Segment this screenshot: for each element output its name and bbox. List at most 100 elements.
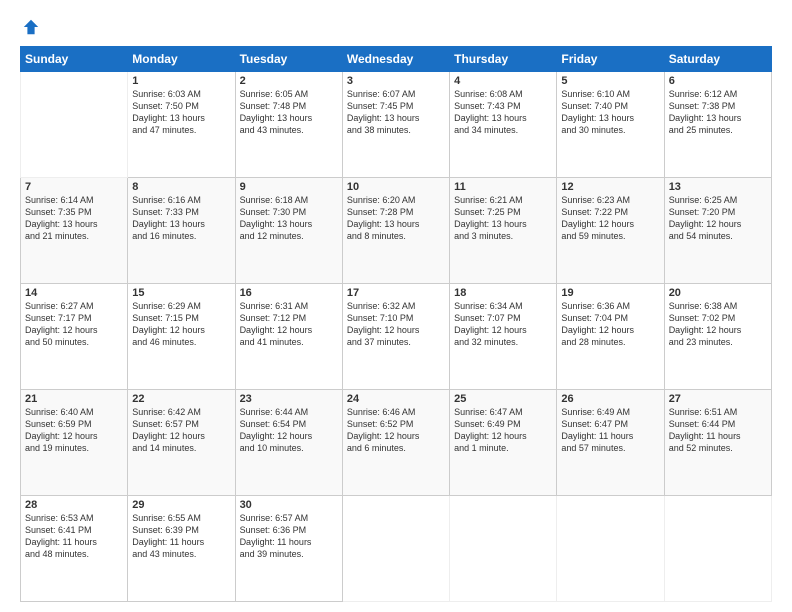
col-header-monday: Monday xyxy=(128,47,235,72)
day-info: Sunrise: 6:07 AMSunset: 7:45 PMDaylight:… xyxy=(347,88,445,137)
calendar-cell: 1Sunrise: 6:03 AMSunset: 7:50 PMDaylight… xyxy=(128,72,235,178)
calendar-cell: 14Sunrise: 6:27 AMSunset: 7:17 PMDayligh… xyxy=(21,284,128,390)
calendar-cell: 28Sunrise: 6:53 AMSunset: 6:41 PMDayligh… xyxy=(21,496,128,602)
calendar-cell xyxy=(557,496,664,602)
day-info: Sunrise: 6:36 AMSunset: 7:04 PMDaylight:… xyxy=(561,300,659,349)
calendar-cell: 26Sunrise: 6:49 AMSunset: 6:47 PMDayligh… xyxy=(557,390,664,496)
calendar-cell: 8Sunrise: 6:16 AMSunset: 7:33 PMDaylight… xyxy=(128,178,235,284)
calendar-cell xyxy=(21,72,128,178)
header xyxy=(20,18,772,36)
day-info: Sunrise: 6:31 AMSunset: 7:12 PMDaylight:… xyxy=(240,300,338,349)
day-info: Sunrise: 6:38 AMSunset: 7:02 PMDaylight:… xyxy=(669,300,767,349)
day-info: Sunrise: 6:51 AMSunset: 6:44 PMDaylight:… xyxy=(669,406,767,455)
calendar-cell: 9Sunrise: 6:18 AMSunset: 7:30 PMDaylight… xyxy=(235,178,342,284)
day-number: 2 xyxy=(240,75,338,87)
calendar-cell: 3Sunrise: 6:07 AMSunset: 7:45 PMDaylight… xyxy=(342,72,449,178)
day-number: 20 xyxy=(669,287,767,299)
day-number: 10 xyxy=(347,181,445,193)
day-info: Sunrise: 6:08 AMSunset: 7:43 PMDaylight:… xyxy=(454,88,552,137)
day-number: 27 xyxy=(669,393,767,405)
calendar-cell: 22Sunrise: 6:42 AMSunset: 6:57 PMDayligh… xyxy=(128,390,235,496)
calendar-cell: 23Sunrise: 6:44 AMSunset: 6:54 PMDayligh… xyxy=(235,390,342,496)
logo-icon xyxy=(22,18,40,36)
day-info: Sunrise: 6:57 AMSunset: 6:36 PMDaylight:… xyxy=(240,512,338,561)
day-number: 25 xyxy=(454,393,552,405)
day-info: Sunrise: 6:42 AMSunset: 6:57 PMDaylight:… xyxy=(132,406,230,455)
day-number: 16 xyxy=(240,287,338,299)
header-row: SundayMondayTuesdayWednesdayThursdayFrid… xyxy=(21,47,772,72)
calendar-cell: 27Sunrise: 6:51 AMSunset: 6:44 PMDayligh… xyxy=(664,390,771,496)
day-info: Sunrise: 6:32 AMSunset: 7:10 PMDaylight:… xyxy=(347,300,445,349)
day-number: 7 xyxy=(25,181,123,193)
calendar-cell: 12Sunrise: 6:23 AMSunset: 7:22 PMDayligh… xyxy=(557,178,664,284)
day-number: 5 xyxy=(561,75,659,87)
col-header-thursday: Thursday xyxy=(450,47,557,72)
calendar-cell: 19Sunrise: 6:36 AMSunset: 7:04 PMDayligh… xyxy=(557,284,664,390)
calendar: SundayMondayTuesdayWednesdayThursdayFrid… xyxy=(20,46,772,602)
calendar-cell: 15Sunrise: 6:29 AMSunset: 7:15 PMDayligh… xyxy=(128,284,235,390)
day-info: Sunrise: 6:21 AMSunset: 7:25 PMDaylight:… xyxy=(454,194,552,243)
calendar-cell: 17Sunrise: 6:32 AMSunset: 7:10 PMDayligh… xyxy=(342,284,449,390)
week-row-2: 7Sunrise: 6:14 AMSunset: 7:35 PMDaylight… xyxy=(21,178,772,284)
calendar-cell: 11Sunrise: 6:21 AMSunset: 7:25 PMDayligh… xyxy=(450,178,557,284)
day-number: 30 xyxy=(240,499,338,511)
day-info: Sunrise: 6:53 AMSunset: 6:41 PMDaylight:… xyxy=(25,512,123,561)
calendar-cell: 25Sunrise: 6:47 AMSunset: 6:49 PMDayligh… xyxy=(450,390,557,496)
week-row-5: 28Sunrise: 6:53 AMSunset: 6:41 PMDayligh… xyxy=(21,496,772,602)
calendar-cell xyxy=(664,496,771,602)
week-row-4: 21Sunrise: 6:40 AMSunset: 6:59 PMDayligh… xyxy=(21,390,772,496)
day-info: Sunrise: 6:14 AMSunset: 7:35 PMDaylight:… xyxy=(25,194,123,243)
day-number: 23 xyxy=(240,393,338,405)
calendar-cell: 24Sunrise: 6:46 AMSunset: 6:52 PMDayligh… xyxy=(342,390,449,496)
day-number: 11 xyxy=(454,181,552,193)
day-info: Sunrise: 6:40 AMSunset: 6:59 PMDaylight:… xyxy=(25,406,123,455)
day-info: Sunrise: 6:16 AMSunset: 7:33 PMDaylight:… xyxy=(132,194,230,243)
day-number: 18 xyxy=(454,287,552,299)
day-number: 3 xyxy=(347,75,445,87)
day-number: 26 xyxy=(561,393,659,405)
week-row-1: 1Sunrise: 6:03 AMSunset: 7:50 PMDaylight… xyxy=(21,72,772,178)
day-number: 17 xyxy=(347,287,445,299)
calendar-cell: 10Sunrise: 6:20 AMSunset: 7:28 PMDayligh… xyxy=(342,178,449,284)
day-number: 29 xyxy=(132,499,230,511)
day-number: 21 xyxy=(25,393,123,405)
day-info: Sunrise: 6:49 AMSunset: 6:47 PMDaylight:… xyxy=(561,406,659,455)
day-info: Sunrise: 6:27 AMSunset: 7:17 PMDaylight:… xyxy=(25,300,123,349)
day-number: 14 xyxy=(25,287,123,299)
day-number: 13 xyxy=(669,181,767,193)
day-info: Sunrise: 6:05 AMSunset: 7:48 PMDaylight:… xyxy=(240,88,338,137)
day-info: Sunrise: 6:25 AMSunset: 7:20 PMDaylight:… xyxy=(669,194,767,243)
calendar-cell: 2Sunrise: 6:05 AMSunset: 7:48 PMDaylight… xyxy=(235,72,342,178)
calendar-cell: 21Sunrise: 6:40 AMSunset: 6:59 PMDayligh… xyxy=(21,390,128,496)
day-info: Sunrise: 6:44 AMSunset: 6:54 PMDaylight:… xyxy=(240,406,338,455)
day-number: 24 xyxy=(347,393,445,405)
day-number: 8 xyxy=(132,181,230,193)
calendar-cell: 13Sunrise: 6:25 AMSunset: 7:20 PMDayligh… xyxy=(664,178,771,284)
day-info: Sunrise: 6:46 AMSunset: 6:52 PMDaylight:… xyxy=(347,406,445,455)
day-info: Sunrise: 6:29 AMSunset: 7:15 PMDaylight:… xyxy=(132,300,230,349)
day-info: Sunrise: 6:47 AMSunset: 6:49 PMDaylight:… xyxy=(454,406,552,455)
day-info: Sunrise: 6:18 AMSunset: 7:30 PMDaylight:… xyxy=(240,194,338,243)
col-header-friday: Friday xyxy=(557,47,664,72)
calendar-cell: 18Sunrise: 6:34 AMSunset: 7:07 PMDayligh… xyxy=(450,284,557,390)
col-header-wednesday: Wednesday xyxy=(342,47,449,72)
calendar-cell: 5Sunrise: 6:10 AMSunset: 7:40 PMDaylight… xyxy=(557,72,664,178)
col-header-sunday: Sunday xyxy=(21,47,128,72)
day-number: 12 xyxy=(561,181,659,193)
logo xyxy=(20,18,40,36)
day-number: 1 xyxy=(132,75,230,87)
day-number: 9 xyxy=(240,181,338,193)
day-info: Sunrise: 6:12 AMSunset: 7:38 PMDaylight:… xyxy=(669,88,767,137)
calendar-cell: 29Sunrise: 6:55 AMSunset: 6:39 PMDayligh… xyxy=(128,496,235,602)
day-number: 28 xyxy=(25,499,123,511)
calendar-cell xyxy=(450,496,557,602)
week-row-3: 14Sunrise: 6:27 AMSunset: 7:17 PMDayligh… xyxy=(21,284,772,390)
day-number: 4 xyxy=(454,75,552,87)
day-number: 22 xyxy=(132,393,230,405)
day-number: 19 xyxy=(561,287,659,299)
day-number: 15 xyxy=(132,287,230,299)
page: SundayMondayTuesdayWednesdayThursdayFrid… xyxy=(0,0,792,612)
day-info: Sunrise: 6:55 AMSunset: 6:39 PMDaylight:… xyxy=(132,512,230,561)
day-info: Sunrise: 6:10 AMSunset: 7:40 PMDaylight:… xyxy=(561,88,659,137)
day-info: Sunrise: 6:03 AMSunset: 7:50 PMDaylight:… xyxy=(132,88,230,137)
